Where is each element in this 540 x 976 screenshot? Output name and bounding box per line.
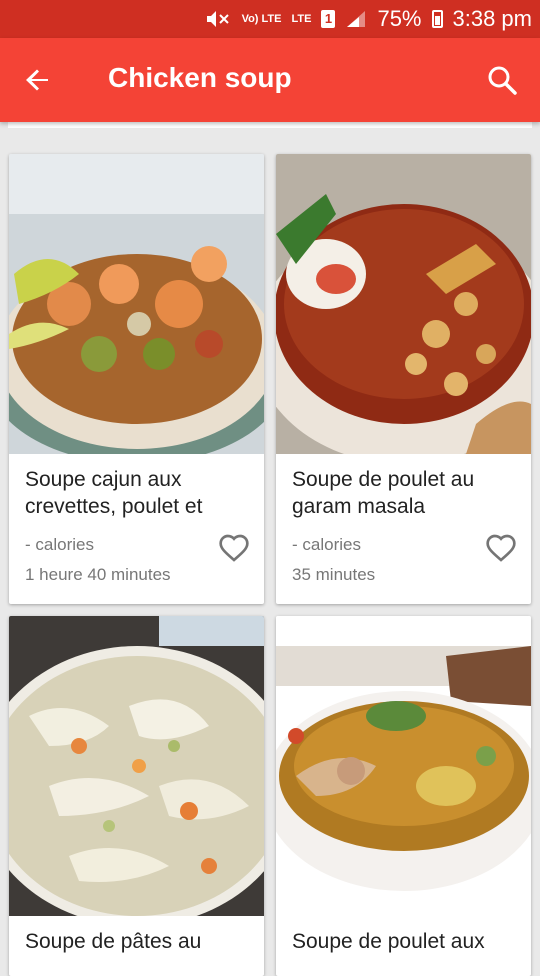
arrow-back-icon [26, 69, 48, 91]
recipe-image [276, 154, 531, 454]
clock: 3:38 pm [452, 6, 533, 31]
recipe-title: Soupe de pâtes au [25, 930, 202, 953]
page-title: Chicken soup [108, 62, 292, 93]
recipe-card[interactable]: Soupe de poulet aux [276, 616, 531, 976]
recipe-time: 35 minutes [292, 565, 376, 584]
recipe-image [9, 616, 264, 916]
recipe-time: 1 heure 40 minutes [25, 565, 171, 584]
app-bar: Chicken soup [0, 38, 540, 122]
volte-label: Vo) LTE [241, 13, 282, 25]
heart-outline-icon [486, 534, 516, 562]
heart-outline-icon [219, 534, 249, 562]
recipe-title: Soupe de poulet aux [292, 930, 485, 953]
search-icon [488, 66, 517, 95]
search-button[interactable] [484, 62, 520, 98]
signal-icon [345, 9, 367, 29]
recipe-title: Soupe cajun aux crevettes, poulet et [25, 468, 203, 518]
favorite-button[interactable] [485, 532, 517, 564]
mute-icon [204, 9, 232, 29]
recipe-card[interactable]: Soupe de pâtes au [9, 616, 264, 976]
back-button[interactable] [18, 60, 58, 100]
recipe-image [276, 616, 531, 916]
recipe-title: Soupe de poulet au garam masala [292, 468, 475, 518]
battery-icon [431, 10, 443, 28]
sim-indicator: 1 [321, 10, 336, 28]
recipe-image [9, 154, 264, 454]
status-bar: Vo) LTE LTE 1 75% 3:38 pm [0, 0, 540, 38]
recipe-card[interactable]: Soupe cajun aux crevettes, poulet et - c… [9, 154, 264, 604]
recipe-calories: - calories [25, 535, 94, 554]
recipe-card[interactable]: Soupe de poulet au garam masala - calori… [276, 154, 531, 604]
previous-card-edge [8, 122, 532, 128]
lte-label: LTE [291, 13, 312, 25]
battery-percent: 75% [377, 6, 422, 31]
favorite-button[interactable] [218, 532, 250, 564]
recipe-calories: - calories [292, 535, 361, 554]
